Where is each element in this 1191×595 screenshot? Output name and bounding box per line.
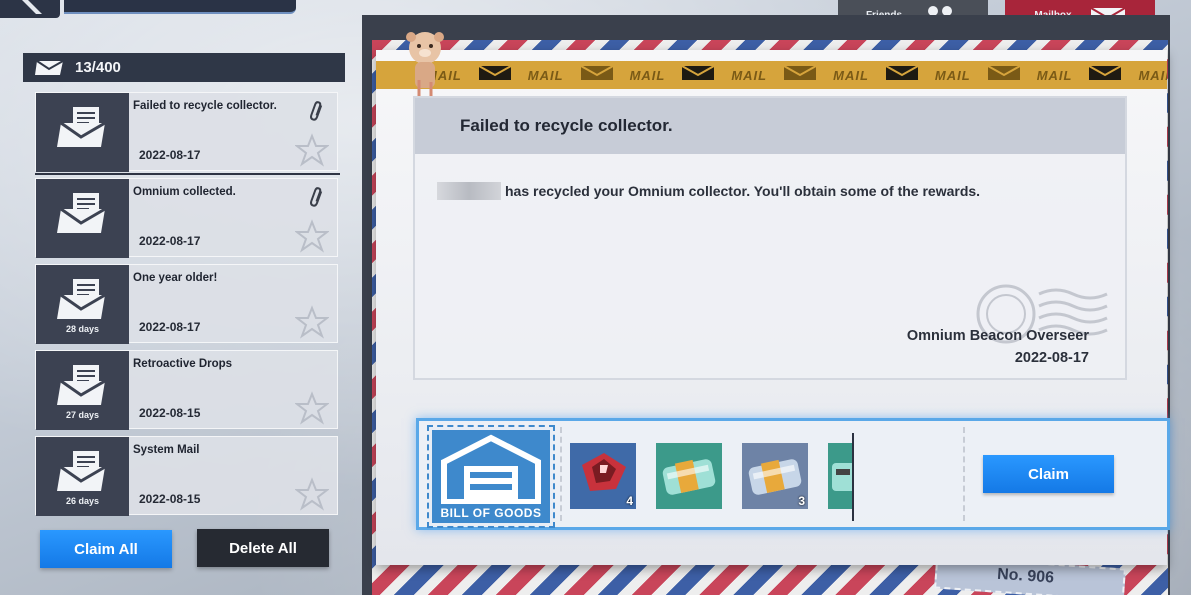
tape-envelope-icon <box>783 64 817 87</box>
mail-thumbnail <box>36 179 129 258</box>
mail-count: 13/400 <box>75 59 121 76</box>
message-title: Failed to recycle collector. <box>415 98 1125 154</box>
mail-date: 2022-08-17 <box>139 234 201 248</box>
mail-list-item[interactable]: Failed to recycle collector. 2022-08-17 <box>35 92 340 175</box>
tape-word: MAIL <box>731 67 768 83</box>
star-icon <box>294 305 330 339</box>
items-scroll-edge <box>852 433 854 521</box>
mail-list[interactable]: Failed to recycle collector. 2022-08-17 Om… <box>35 92 340 522</box>
favorite-star[interactable] <box>294 133 330 172</box>
mail-thumbnail <box>36 93 129 172</box>
mail-expiry: 27 days <box>65 410 100 420</box>
mail-date: 2022-08-15 <box>139 492 201 506</box>
mail-list-item[interactable]: Omnium collected. 2022-08-17 <box>35 178 338 258</box>
mail-envelope-icon <box>56 107 106 147</box>
back-button[interactable] <box>0 0 60 18</box>
tape-envelope-icon <box>1088 64 1122 87</box>
mail-count-bar: 13/400 <box>23 53 345 82</box>
tape-word: MAIL <box>1138 67 1167 83</box>
mail-date: 2022-08-17 <box>139 320 201 334</box>
message-body: has recycled your Omnium collector. You'… <box>437 182 980 200</box>
divider <box>963 427 965 521</box>
mail-title: Failed to recycle collector. <box>133 100 277 112</box>
attachment-icon <box>310 101 323 121</box>
tape-word: MAIL <box>1036 67 1073 83</box>
reward-item-3[interactable]: 3 <box>742 443 808 509</box>
reward-item-1-count: 4 <box>626 494 633 508</box>
tape-envelope-icon <box>987 64 1021 87</box>
tape-word: MAIL <box>934 67 971 83</box>
reward-item-1[interactable]: 4 <box>570 443 636 509</box>
tape-envelope-icon <box>478 64 512 87</box>
favorite-star[interactable] <box>294 219 330 258</box>
mail-list-item[interactable]: 26 days System Mail 2022-08-15 <box>35 436 338 516</box>
tape-word: MAIL <box>629 67 666 83</box>
star-icon <box>294 477 330 511</box>
mail-expiry: 28 days <box>65 324 100 334</box>
mail-expiry: 26 days <box>65 496 100 506</box>
mail-envelope-icon <box>56 193 106 233</box>
teal-item-icon <box>832 463 852 491</box>
star-icon <box>294 219 330 253</box>
tape-word: MAIL <box>527 67 564 83</box>
delete-all-button[interactable]: Delete All <box>197 529 329 567</box>
teal-capsule-icon <box>662 459 716 495</box>
star-icon <box>294 391 330 425</box>
attachment-icon <box>310 187 323 207</box>
mail-list-item[interactable]: 27 days Retroactive Drops 2022-08-15 <box>35 350 338 430</box>
tape-word: MAIL <box>833 67 869 83</box>
mail-title: One year older! <box>133 272 218 284</box>
envelope-icon <box>35 59 64 75</box>
claim-all-button[interactable]: Claim All <box>40 530 172 568</box>
rewards-panel: BILL OF GOODS 4 3 Claim <box>416 418 1170 530</box>
bill-of-goods-label: BILL OF GOODS <box>440 506 542 520</box>
attachment-icon-wrap <box>309 185 323 214</box>
mail-list-item[interactable]: 28 days One year older! 2022-08-17 <box>35 264 338 344</box>
message-box: Failed to recycle collector. has recycle… <box>413 96 1127 380</box>
favorite-star[interactable] <box>294 477 330 516</box>
warehouse-icon <box>441 434 541 504</box>
divider <box>560 427 562 521</box>
back-arrow-icon <box>22 0 42 14</box>
claim-button[interactable]: Claim <box>983 455 1114 493</box>
tape-envelope-icon <box>580 64 614 87</box>
mail-title: Omnium collected. <box>133 186 236 198</box>
mail-title: System Mail <box>133 444 200 456</box>
mail-date: 2022-08-15 <box>139 406 201 420</box>
attachment-icon-wrap <box>309 99 323 128</box>
page-title-bar <box>64 0 296 14</box>
message-sender: Omnium Beacon Overseer <box>906 328 1089 344</box>
mail-title: Retroactive Drops <box>133 358 233 370</box>
favorite-star[interactable] <box>294 305 330 344</box>
reward-item-3-count: 3 <box>798 494 805 508</box>
tape-envelope-icon <box>885 64 919 87</box>
message-date: 2022-08-17 <box>1014 350 1089 366</box>
redacted-player-name <box>437 182 501 200</box>
mail-date: 2022-08-17 <box>139 148 201 162</box>
reward-item-2[interactable] <box>656 443 722 509</box>
mail-envelope-icon <box>56 279 106 319</box>
mail-envelope-icon <box>56 365 106 405</box>
stamp-number: No. 906 <box>996 565 1055 587</box>
message-text: has recycled your Omnium collector. You'… <box>505 183 981 199</box>
star-icon <box>294 133 330 167</box>
reward-item-4[interactable] <box>828 443 852 509</box>
mail-envelope-icon <box>56 451 106 491</box>
tape-envelope-icon <box>681 64 715 87</box>
bill-of-goods: BILL OF GOODS <box>427 425 555 528</box>
favorite-star[interactable] <box>294 391 330 430</box>
mail-tape: MAILMAILMAILMAILMAILMAILMAILMAIL <box>376 61 1167 89</box>
